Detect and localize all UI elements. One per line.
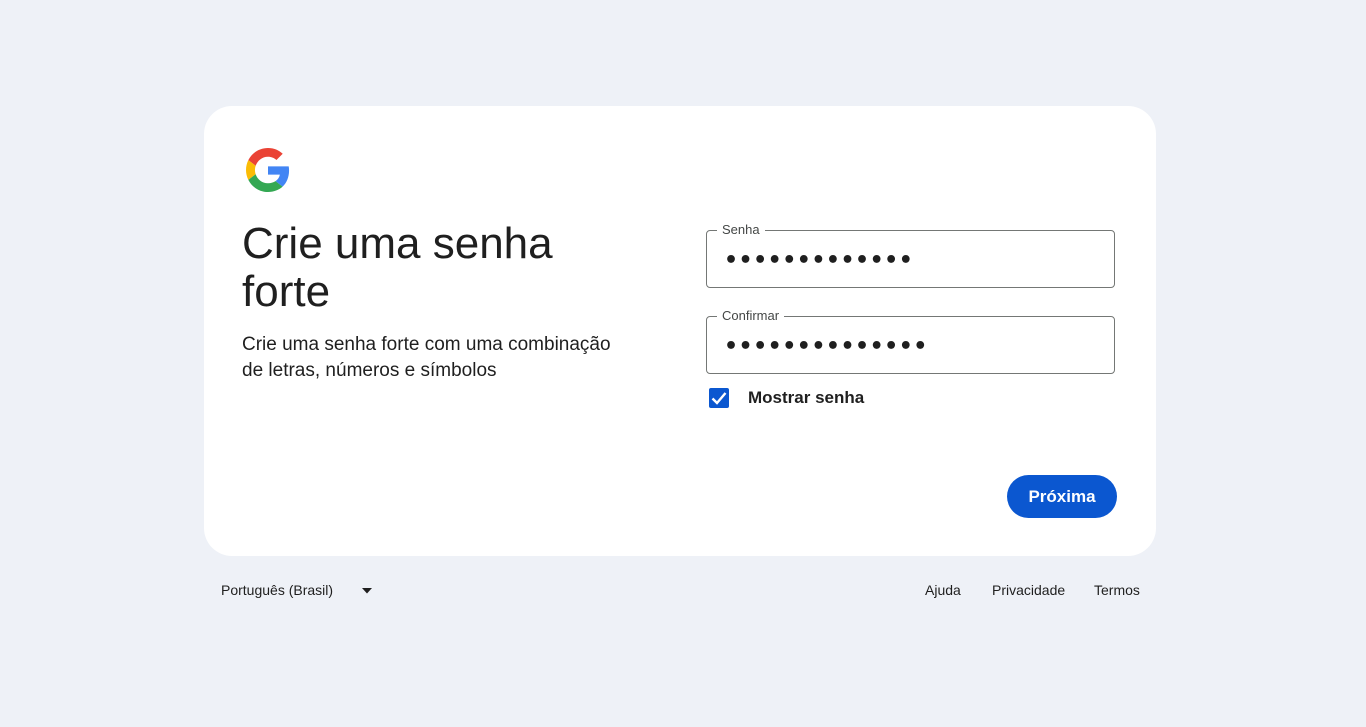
privacy-link[interactable]: Privacidade (992, 582, 1065, 598)
confirm-password-label: Confirmar (717, 308, 785, 324)
language-selector[interactable]: Português (Brasil) (221, 582, 333, 598)
chevron-down-icon[interactable] (362, 588, 373, 594)
password-field[interactable]: Senha (706, 222, 1115, 288)
signup-card: Crie uma senha forte Crie uma senha fort… (204, 106, 1156, 556)
show-password-label[interactable]: Mostrar senha (748, 387, 864, 409)
google-logo-icon (246, 148, 290, 192)
confirm-password-input[interactable] (724, 334, 1094, 359)
page-subtitle: Crie uma senha forte com uma combinação … (242, 334, 611, 381)
show-password-checkbox[interactable] (709, 388, 729, 408)
checkmark-icon (711, 392, 727, 405)
confirm-password-field[interactable]: Confirmar (706, 308, 1115, 374)
footer: Português (Brasil) Ajuda Privacidade Ter… (0, 580, 1366, 604)
password-label: Senha (717, 222, 765, 238)
password-input[interactable] (724, 248, 1094, 273)
page-title: Crie uma senha forte (242, 219, 553, 316)
help-link[interactable]: Ajuda (925, 582, 961, 598)
next-button[interactable]: Próxima (1007, 475, 1117, 518)
terms-link[interactable]: Termos (1094, 582, 1140, 598)
